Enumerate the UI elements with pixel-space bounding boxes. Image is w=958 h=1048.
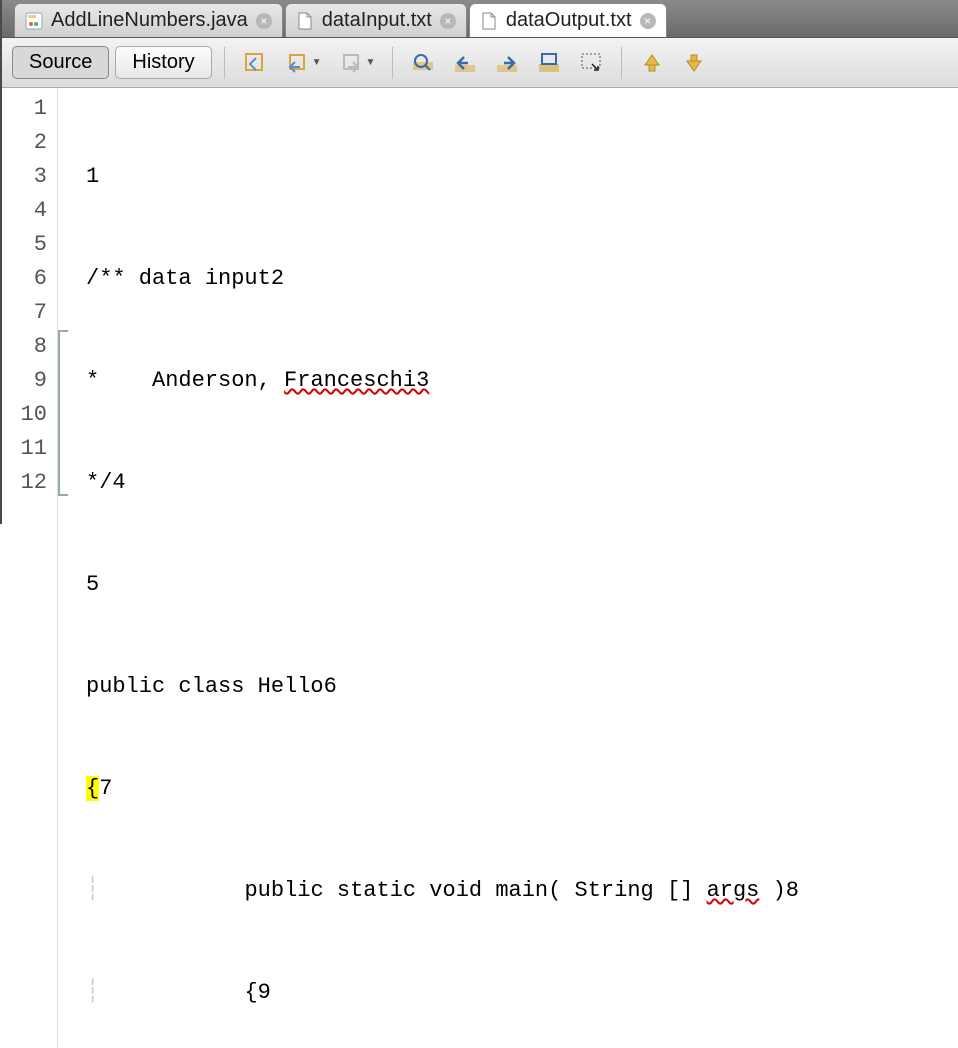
close-icon[interactable]: × [640,13,656,29]
find-previous-button[interactable] [447,46,483,80]
find-next-button[interactable] [489,46,525,80]
java-file-icon [25,12,43,30]
tab-addlinenumbers[interactable]: AddLineNumbers.java × [14,3,283,37]
line-number: 11 [6,432,47,466]
tab-datainput[interactable]: dataInput.txt × [285,3,467,37]
source-view-button[interactable]: Source [12,46,109,79]
line-number: 5 [6,228,47,262]
line-number-gutter: 1 2 3 4 5 6 7 8 9 10 11 12 [2,88,58,1048]
indent-guide: ┆ [86,878,139,903]
close-icon[interactable]: × [256,13,272,29]
spell-error: args [707,878,760,903]
line-number: 4 [6,194,47,228]
code-text: )8 [759,878,799,903]
previous-bookmark-button[interactable] [634,46,670,80]
fold-guide-icon [58,330,66,496]
code-text: */4 [86,470,126,495]
code-text: * Anderson, [86,368,284,393]
tab-bar: AddLineNumbers.java × dataInput.txt × da… [2,0,958,38]
fold-margin [58,88,78,1048]
last-edit-button[interactable] [237,46,273,80]
separator [621,47,622,79]
tab-label: AddLineNumbers.java [51,9,248,32]
tab-label: dataOutput.txt [506,9,632,32]
tab-dataoutput[interactable]: dataOutput.txt × [469,3,667,37]
line-number: 3 [6,160,47,194]
code-text: public static void main( String [] [139,878,707,903]
line-number: 2 [6,126,47,160]
close-icon[interactable]: × [440,13,456,29]
indent-guide: ┆ [86,980,139,1005]
editor-toolbar: Source History ▼ ▼ [2,38,958,88]
text-file-icon [296,12,314,30]
line-number: 10 [6,398,47,432]
find-selection-button[interactable] [405,46,441,80]
line-number: 12 [6,466,47,500]
spell-error: Franceschi3 [284,368,429,393]
toggle-highlight-button[interactable] [531,46,567,80]
code-text: {9 [139,980,271,1005]
tab-label: dataInput.txt [322,9,432,32]
next-bookmark-button[interactable] [676,46,712,80]
code-text: /** data input2 [86,266,284,291]
line-number: 7 [6,296,47,330]
line-number: 1 [6,92,47,126]
forward-button[interactable]: ▼ [333,46,381,80]
editor-area[interactable]: 1 2 3 4 5 6 7 8 9 10 11 12 1 /** data in… [2,88,958,1048]
text-file-icon [480,12,498,30]
chevron-down-icon: ▼ [312,57,322,68]
brace-highlight: { [86,776,99,801]
chevron-down-icon: ▼ [366,57,376,68]
line-number: 9 [6,364,47,398]
code-text: 1 [86,164,99,189]
separator [392,47,393,79]
line-number: 6 [6,262,47,296]
separator [224,47,225,79]
code-content[interactable]: 1 /** data input2 * Anderson, Franceschi… [78,88,958,1048]
history-view-button[interactable]: History [115,46,211,79]
toggle-rectangular-selection-button[interactable] [573,46,609,80]
back-button[interactable]: ▼ [279,46,327,80]
code-text: public class Hello6 [86,674,337,699]
code-text: 5 [86,572,99,597]
line-number: 8 [6,330,47,364]
code-text: 7 [99,776,112,801]
